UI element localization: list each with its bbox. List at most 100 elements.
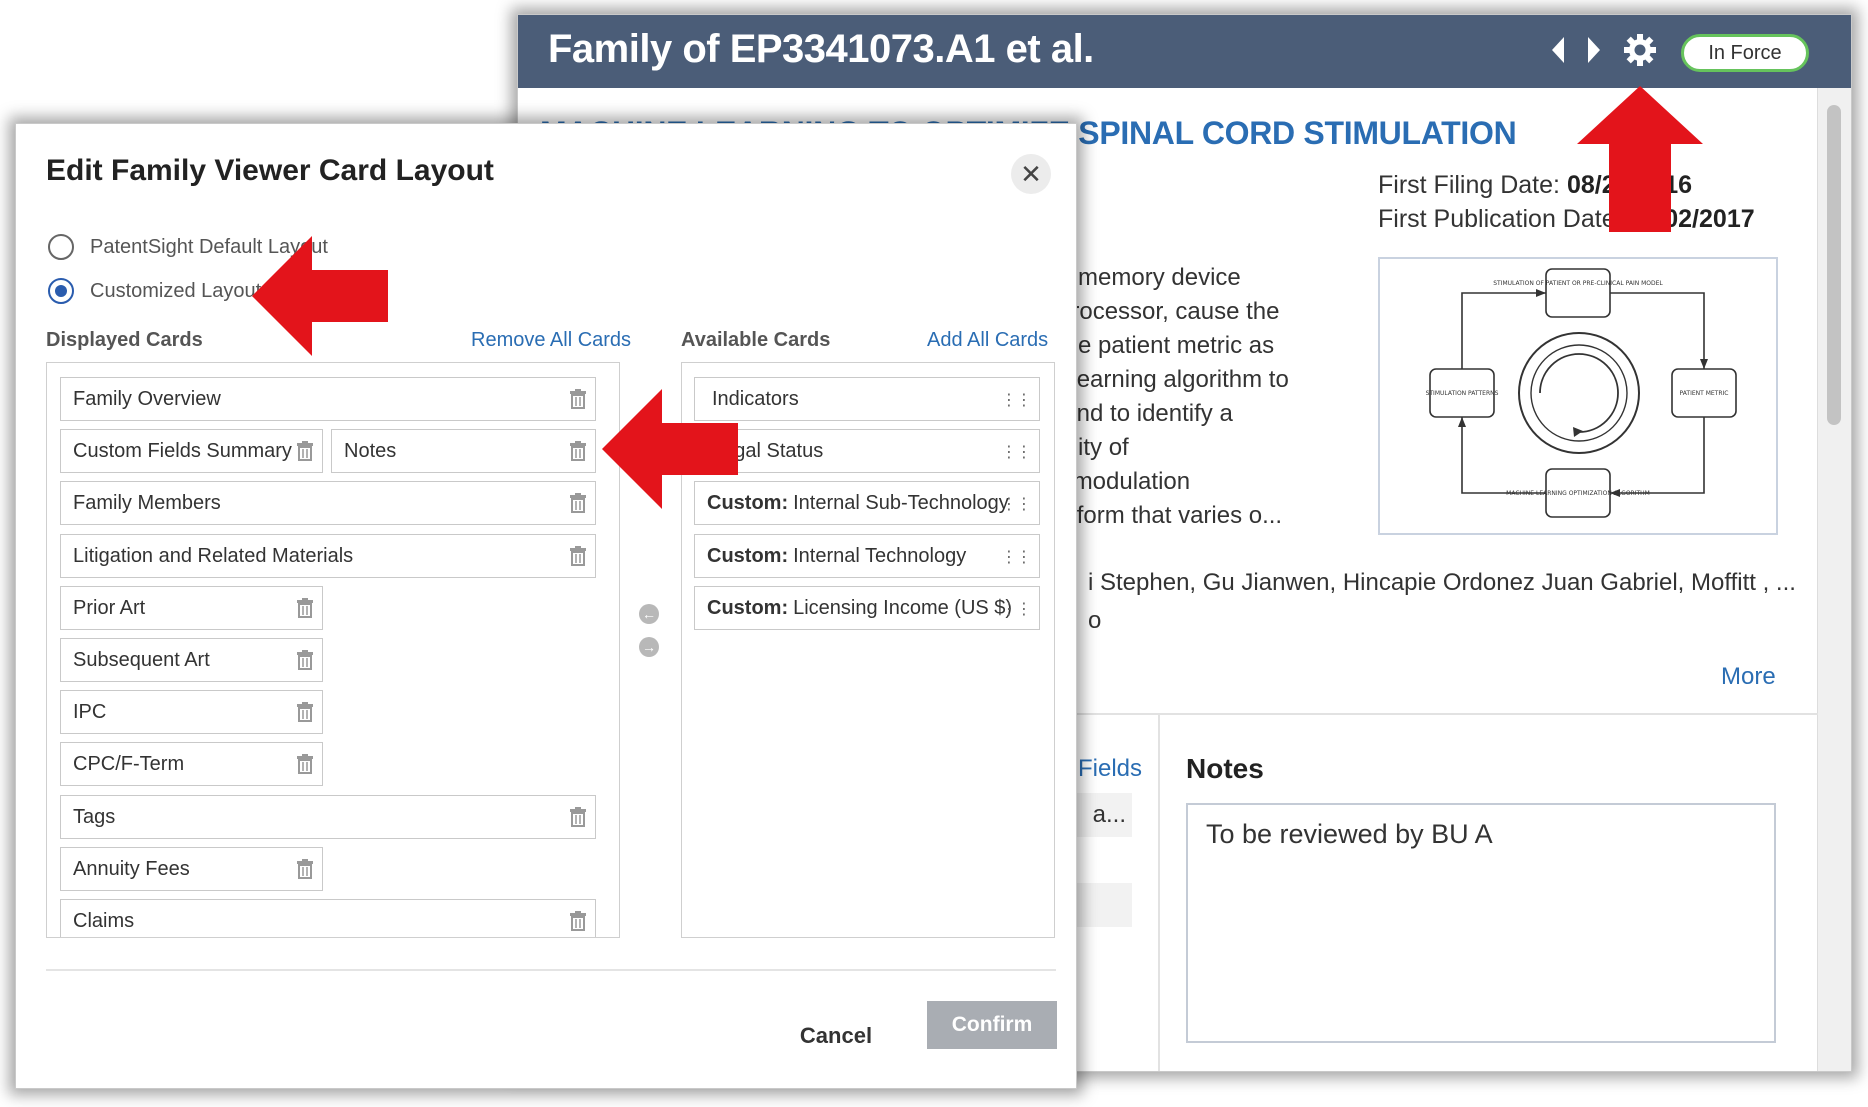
drag-handle-icon[interactable]: ⋮⋮ [1001,390,1032,410]
card-label: Family Overview [73,387,221,410]
notes-heading: Notes [1186,753,1264,784]
first-filing-label: First Filing Date: [1378,171,1560,199]
card-label: Prior Art [73,596,146,619]
figure-label-top: STIMULATION OF PATIENT OR PRE-CLINICAL P… [1493,280,1663,287]
card-family-overview[interactable]: Family Overview [60,377,596,421]
card-prior-art[interactable]: Prior Art [60,586,323,630]
trash-icon[interactable] [296,702,314,722]
card-label: Subsequent Art [73,648,210,671]
card-label: Annuity Fees [73,857,190,880]
dialog-title: Edit Family Viewer Card Layout [46,154,494,187]
trash-icon[interactable] [569,493,587,513]
card-custom-fields-summary[interactable]: Custom Fields Summary [60,429,323,473]
notes-textarea[interactable]: To be reviewed by BU A [1186,803,1776,1043]
family-title: Family of EP3341073.A1 et al. [548,27,1094,71]
chevron-left-icon[interactable] [1548,35,1568,71]
gear-icon[interactable] [1623,33,1657,73]
card-internal-technology[interactable]: Custom: Internal Technology ⋮⋮ [694,534,1040,578]
trash-icon[interactable] [569,441,587,461]
radio-label: Customized Layout [90,279,262,302]
card-label: Tags [73,805,116,828]
patent-figure[interactable]: STIMULATION OF PATIENT OR PRE-CLINICAL P… [1378,257,1778,535]
card-family-members[interactable]: Family Members [60,481,596,525]
radio-button-selected[interactable] [48,278,74,304]
card-label: Family Members [73,491,221,514]
inventors-list: i Stephen, Gu Jianwen, Hincapie Ordonez … [1088,569,1796,635]
dialog-divider [46,969,1056,971]
card-tags[interactable]: Tags [60,795,596,839]
card-label: Licensing Income (US $) [793,596,1013,619]
displayed-cards-panel[interactable]: Family Overview Custom Fields Summary No… [46,362,620,938]
add-all-cards-link[interactable]: Add All Cards [927,329,1048,352]
chevron-right-icon[interactable] [1584,35,1604,71]
abstract-line: urality of [1038,434,1129,461]
trash-icon[interactable] [296,441,314,461]
card-notes[interactable]: Notes [331,429,596,473]
card-annuity-fees[interactable]: Annuity Fees [60,847,323,891]
card-ipc[interactable]: IPC [60,690,323,734]
scrollbar-thumb[interactable] [1827,105,1841,425]
arrow-left-icon[interactable]: ← [639,604,659,624]
card-licensing-income[interactable]: Custom: Licensing Income (US $) ⋮⋮ [694,586,1040,630]
figure-label-bottom: MACHINE LEARNING OPTIMIZATION ALGORITHM [1506,490,1650,497]
abstract-line: ts and to identify a [1038,400,1233,427]
card-indicators[interactable]: Indicators ⋮⋮ [694,377,1040,421]
drag-handle-icon[interactable]: ⋮⋮ [1001,442,1032,462]
card-prefix: Custom: [707,544,789,567]
available-cards-heading: Available Cards [681,329,831,351]
card-label: Custom Fields Summary [73,439,292,462]
card-internal-sub-technology[interactable]: Custom: Internal Sub-Technology ⋮⋮ [694,481,1040,525]
section-divider [1018,713,1818,715]
figure-label-right: PATIENT METRIC [1680,390,1729,397]
card-legal-status[interactable]: Legal Status ⋮⋮ [694,429,1040,473]
section-divider-vertical [1158,713,1160,1071]
edit-layout-dialog: Edit Family Viewer Card Layout ✕ PatentS… [15,123,1077,1089]
card-label: Litigation and Related Materials [73,544,354,567]
custom-fields-link[interactable]: Fields [1078,755,1142,783]
more-link[interactable]: More [1721,663,1776,691]
radio-customized-layout[interactable]: Customized Layout [48,276,261,306]
card-litigation[interactable]: Litigation and Related Materials [60,534,596,578]
trash-icon[interactable] [296,650,314,670]
drag-handle-icon[interactable]: ⋮⋮ [1001,494,1032,514]
drag-handle-icon[interactable]: ⋮⋮ [1001,599,1032,619]
trash-icon[interactable] [569,546,587,566]
status-badge: In Force [1681,34,1809,72]
abstract-line: ne learning algorithm to [1038,366,1289,393]
card-claims[interactable]: Claims [60,899,596,937]
confirm-button[interactable]: Confirm [927,1001,1057,1049]
card-cpc-fterm[interactable]: CPC/F-Term [60,742,323,786]
abstract-line: d a memory device [1038,264,1241,291]
abstract-line: uromodulation [1038,468,1191,495]
trash-icon[interactable] [296,754,314,774]
trash-icon[interactable] [569,911,587,931]
trash-icon[interactable] [569,389,587,409]
inventors-tail: o [1088,607,1102,634]
abstract-line: e the patient metric as [1038,332,1275,359]
trash-icon[interactable] [569,807,587,827]
trash-icon[interactable] [296,598,314,618]
family-viewer-header: Family of EP3341073.A1 et al. In Force [518,15,1851,88]
close-icon[interactable]: ✕ [1011,154,1051,194]
custom-field-text: a... [1092,801,1126,828]
cancel-button[interactable]: Cancel [776,1012,896,1060]
annotation-arrow-left-notes [602,389,738,509]
remove-all-cards-link[interactable]: Remove All Cards [471,329,631,352]
card-label: Internal Sub-Technology [793,491,1009,514]
trash-icon[interactable] [296,859,314,879]
abstract-line: aveform that varies o... [1038,502,1283,529]
figure-label-left: STIMULATION PATTERNS [1426,390,1499,397]
arrow-right-icon[interactable]: → [639,637,659,657]
radio-button[interactable] [48,234,74,260]
abstract-text: d a memory device e processor, cause the… [1038,261,1398,533]
inventors-text: i Stephen, Gu Jianwen, Hincapie Ordonez … [1088,569,1796,596]
card-label: IPC [73,700,107,723]
card-label: CPC/F-Term [73,752,185,775]
card-label: Internal Technology [793,544,967,567]
displayed-cards-heading: Displayed Cards [46,329,203,351]
card-label: Notes [344,439,397,462]
drag-handle-icon[interactable]: ⋮⋮ [1001,547,1032,567]
annotation-arrow-left-radio [252,236,388,356]
card-subsequent-art[interactable]: Subsequent Art [60,638,323,682]
card-label: Claims [73,909,135,932]
